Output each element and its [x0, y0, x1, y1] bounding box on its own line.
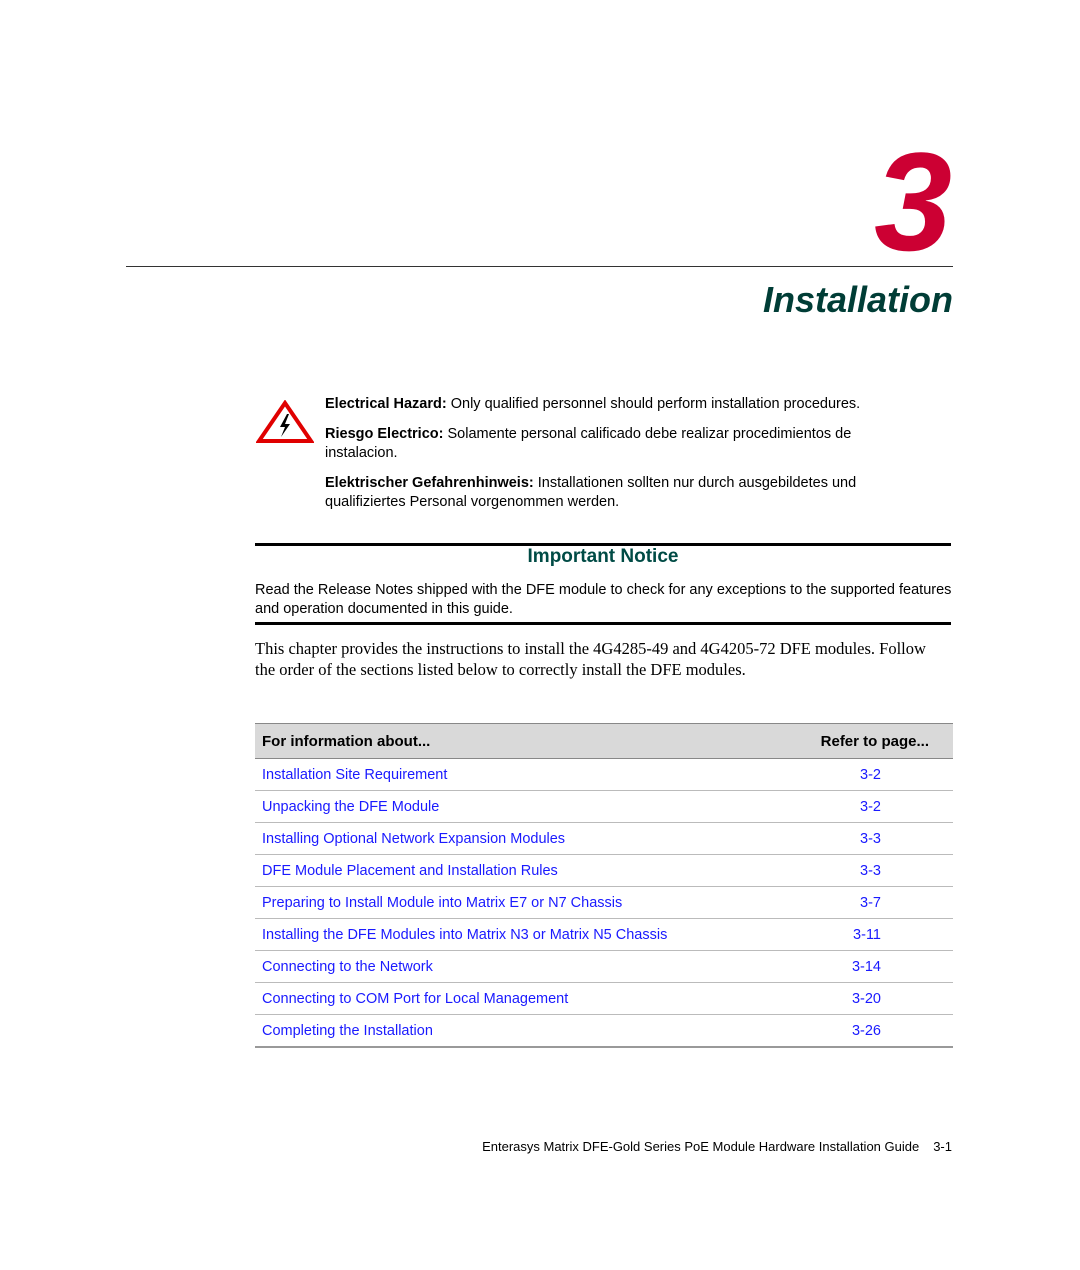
notice-body: Read the Release Notes shipped with the … [255, 582, 952, 617]
warning-label: Electrical Hazard: [325, 396, 447, 412]
toc-link[interactable]: Installation Site Requirement [255, 758, 777, 791]
toc-header-row: For information about... Refer to page..… [255, 723, 953, 759]
warning-label: Elektrischer Gefahrenhinweis: [325, 475, 534, 491]
toc-row: Installing the DFE Modules into Matrix N… [255, 918, 953, 951]
toc-link[interactable]: Connecting to the Network [255, 950, 777, 983]
notice-title: Important Notice [527, 546, 679, 567]
warning-german: Elektrischer Gefahrenhinweis: Installati… [325, 474, 925, 512]
toc-row: Unpacking the DFE Module 3-2 [255, 790, 953, 823]
electrical-hazard-icon [256, 400, 314, 443]
toc-link[interactable]: Preparing to Install Module into Matrix … [255, 886, 777, 919]
toc-link[interactable]: Installing Optional Network Expansion Mo… [255, 822, 777, 855]
warning-text: Only qualified personnel should perform … [446, 396, 861, 412]
intro-paragraph: This chapter provides the instructions t… [255, 639, 926, 679]
toc-link[interactable]: Connecting to COM Port for Local Managem… [255, 982, 777, 1015]
chapter-number: 3 [874, 123, 952, 280]
chapter-title: Installation [762, 279, 953, 320]
toc-header-topic: For information about... [255, 723, 777, 759]
toc-page-link[interactable]: 3-14 [776, 950, 953, 983]
toc-row: DFE Module Placement and Installation Ru… [255, 854, 953, 887]
toc-page-link[interactable]: 3-2 [776, 790, 953, 823]
warning-label: Riesgo Electrico: [325, 426, 444, 442]
toc-page-link[interactable]: 3-11 [776, 918, 953, 951]
toc-row: Installation Site Requirement 3-2 [255, 758, 953, 791]
toc-row: Completing the Installation 3-26 [255, 1014, 953, 1048]
notice-bottom-rule [255, 622, 951, 625]
toc-page-link[interactable]: 3-2 [776, 758, 953, 791]
toc-page-link[interactable]: 3-26 [776, 1014, 953, 1048]
toc-page-link[interactable]: 3-3 [776, 854, 953, 887]
toc-row: Preparing to Install Module into Matrix … [255, 886, 953, 919]
toc-row: Connecting to the Network 3-14 [255, 950, 953, 983]
toc-link[interactable]: Installing the DFE Modules into Matrix N… [255, 918, 777, 951]
toc-row: Connecting to COM Port for Local Managem… [255, 982, 953, 1015]
page-footer: Enterasys Matrix DFE-Gold Series PoE Mod… [482, 1139, 952, 1154]
toc-page-link[interactable]: 3-20 [776, 982, 953, 1015]
toc-link[interactable]: Completing the Installation [255, 1014, 777, 1048]
toc-header-page: Refer to page... [776, 723, 953, 759]
toc-link[interactable]: DFE Module Placement and Installation Ru… [255, 854, 777, 887]
toc-page-link[interactable]: 3-7 [776, 886, 953, 919]
toc-table: For information about... Refer to page..… [255, 723, 953, 1048]
toc-row: Installing Optional Network Expansion Mo… [255, 822, 953, 855]
footer-guide-title: Enterasys Matrix DFE-Gold Series PoE Mod… [482, 1139, 920, 1154]
warning-spanish: Riesgo Electrico: Solamente personal cal… [325, 425, 925, 463]
title-divider [126, 266, 953, 267]
footer-page-number: 3-1 [933, 1139, 952, 1154]
toc-link[interactable]: Unpacking the DFE Module [255, 790, 777, 823]
warning-english: Electrical Hazard: Only qualified person… [325, 395, 945, 414]
toc-page-link[interactable]: 3-3 [776, 822, 953, 855]
